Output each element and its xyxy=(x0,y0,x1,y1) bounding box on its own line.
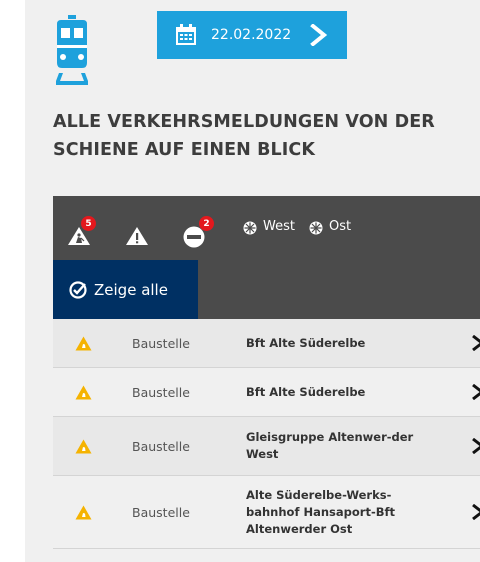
selected-date: 22.02.2022 xyxy=(211,27,292,43)
calendar-icon xyxy=(176,24,196,45)
page-title-line-2: SCHIENE AUF EINEN BLICK xyxy=(53,140,316,160)
chevron-right-icon xyxy=(310,24,328,46)
table-row[interactable]: Baustelle Bft Alte Süderelbe xyxy=(53,368,480,417)
incident-location: Bft Alte Süderelbe xyxy=(246,335,366,350)
warning-icon xyxy=(75,385,92,399)
filter-east-label: Ost xyxy=(329,219,352,234)
filter-bar: 5 2 West Ost Zeige alle xyxy=(53,196,480,319)
compass-icon xyxy=(309,221,323,235)
page-title-line-1: ALLE VERKEHRSMELDUNGEN VON DER xyxy=(53,112,435,132)
filter-warning[interactable] xyxy=(125,226,149,246)
incident-list: Baustelle Bft Alte Süderelbe Baustelle B… xyxy=(53,319,480,549)
incident-location: Bft Alte Süderelbe xyxy=(246,384,366,399)
filter-west-label: West xyxy=(263,219,295,234)
table-row[interactable]: Baustelle Gleisgruppe Altenwer-der West xyxy=(53,417,480,476)
filter-east[interactable]: Ost xyxy=(309,218,369,238)
warning-icon xyxy=(75,439,92,453)
filter-closure[interactable]: 2 xyxy=(183,216,217,248)
incident-type: Baustelle xyxy=(132,504,190,520)
closure-count-badge: 2 xyxy=(199,216,214,231)
construction-count-badge: 5 xyxy=(81,216,96,231)
filter-west[interactable]: West xyxy=(243,218,303,238)
incident-type: Baustelle xyxy=(132,335,190,351)
chevron-right-icon xyxy=(472,504,480,520)
incident-type: Baustelle xyxy=(132,438,190,454)
show-all-button[interactable]: Zeige alle xyxy=(53,260,198,319)
train-icon xyxy=(56,15,88,85)
date-picker-button[interactable]: 22.02.2022 xyxy=(157,11,347,59)
table-row[interactable]: Baustelle Alte Süderelbe-Werks-bahnhof H… xyxy=(53,476,480,549)
chevron-right-icon xyxy=(472,335,480,351)
check-circle-icon xyxy=(69,280,87,299)
chevron-right-icon xyxy=(472,438,480,454)
compass-icon xyxy=(243,221,257,235)
warning-icon xyxy=(75,505,92,519)
chevron-right-icon xyxy=(472,384,480,400)
incident-location: Alte Süderelbe-Werks-bahnhof Hansaport-B… xyxy=(246,487,395,536)
filter-construction[interactable]: 5 xyxy=(67,216,101,248)
page-title: ALLE VERKEHRSMELDUNGEN VON DER SCHIENE A… xyxy=(53,108,480,164)
incident-type: Baustelle xyxy=(132,384,190,400)
show-all-label: Zeige alle xyxy=(94,280,168,299)
incident-location: Gleisgruppe Altenwer-der West xyxy=(246,430,414,461)
warning-icon xyxy=(75,336,92,350)
table-row[interactable]: Baustelle Bft Alte Süderelbe xyxy=(53,319,480,368)
warning-icon xyxy=(126,227,148,245)
